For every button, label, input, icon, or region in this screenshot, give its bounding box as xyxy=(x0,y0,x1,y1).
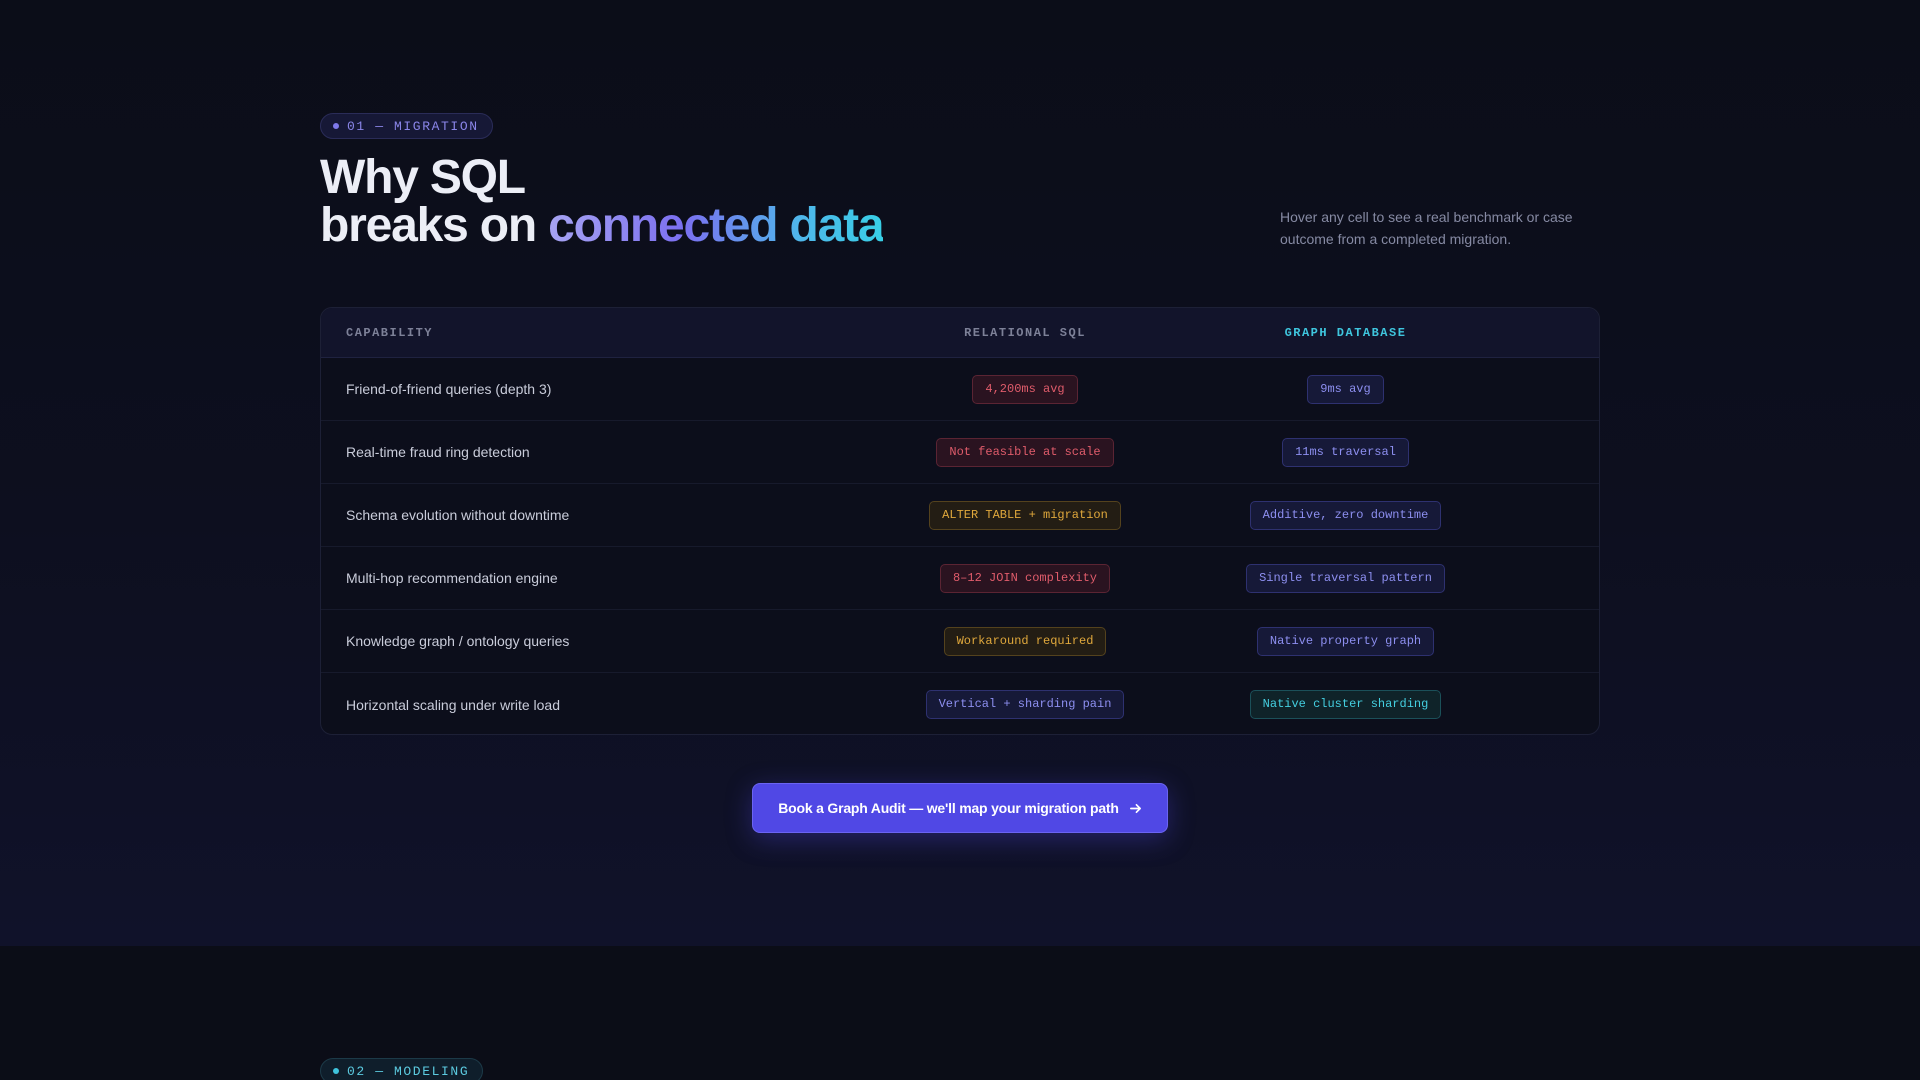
graph-result-badge[interactable]: Native cluster sharding xyxy=(1249,690,1442,719)
sql-result-badge[interactable]: 8–12 JOIN complexity xyxy=(939,563,1111,593)
sql-result-badge[interactable]: Workaround required xyxy=(943,626,1107,656)
book-graph-audit-button[interactable]: Book a Graph Audit — we'll map your migr… xyxy=(752,783,1168,833)
table-row: Multi-hop recommendation engine 8–12 JOIN… xyxy=(321,547,1599,610)
graph-database-cell[interactable]: Additive, zero downtime xyxy=(1177,500,1599,530)
sql-result-badge[interactable]: 4,200ms avg xyxy=(972,374,1078,404)
graph-result-badge[interactable]: Additive, zero downtime xyxy=(1249,500,1442,530)
table-row: Horizontal scaling under write load Verti… xyxy=(321,673,1599,734)
relational-sql-cell[interactable]: Vertical + sharding pain xyxy=(873,690,1177,719)
header-relational-sql: RELATIONAL SQL xyxy=(964,325,1086,340)
capability-cell: Multi-hop recommendation engine xyxy=(346,570,558,586)
graph-database-cell[interactable]: Native cluster sharding xyxy=(1177,690,1599,719)
cta-label: Book a Graph Audit — we'll map your migr… xyxy=(778,800,1119,816)
comparison-table: CAPABILITY RELATIONAL SQL GRAPH DATABASE… xyxy=(320,307,1600,735)
table-header: CAPABILITY RELATIONAL SQL GRAPH DATABASE xyxy=(321,308,1599,358)
arrow-right-icon xyxy=(1129,803,1141,813)
title-accent: connected data xyxy=(548,199,884,252)
capability-cell: Friend-of-friend queries (depth 3) xyxy=(346,381,552,397)
sql-result-badge[interactable]: Not feasible at scale xyxy=(936,437,1114,467)
section-eyebrow-migration: 01 — MIGRATION xyxy=(320,113,493,139)
capability-cell: Real-time fraud ring detection xyxy=(346,444,530,460)
relational-sql-cell[interactable]: Not feasible at scale xyxy=(873,437,1177,467)
sql-result-badge[interactable]: Vertical + sharding pain xyxy=(925,690,1125,719)
sql-result-badge[interactable]: ALTER TABLE + migration xyxy=(929,500,1121,530)
header-capability: CAPABILITY xyxy=(346,325,434,340)
relational-sql-cell[interactable]: 4,200ms avg xyxy=(873,374,1177,404)
title-line-2: breaks on xyxy=(320,199,549,252)
capability-cell: Horizontal scaling under write load xyxy=(346,696,560,713)
capability-cell: Knowledge graph / ontology queries xyxy=(346,633,570,649)
title-line-1: Why SQL xyxy=(320,151,526,204)
graph-result-badge[interactable]: 11ms traversal xyxy=(1282,437,1409,467)
page-title: Why SQL breaks on connected data xyxy=(320,151,885,252)
table-row: Friend-of-friend queries (depth 3) 4,200m… xyxy=(321,358,1599,421)
capability-cell: Schema evolution without downtime xyxy=(346,507,570,523)
graph-database-cell[interactable]: 9ms avg xyxy=(1177,374,1599,404)
relational-sql-cell[interactable]: 8–12 JOIN complexity xyxy=(873,563,1177,593)
graph-result-badge[interactable]: Single traversal pattern xyxy=(1246,563,1445,593)
modeling-section xyxy=(0,946,1920,1080)
graph-database-cell[interactable]: Native property graph xyxy=(1177,626,1599,656)
relational-sql-cell[interactable]: Workaround required xyxy=(873,626,1177,656)
graph-result-badge[interactable]: 9ms avg xyxy=(1307,374,1384,404)
hover-hint: Hover any cell to see a real benchmark o… xyxy=(1280,209,1573,247)
graph-database-cell[interactable]: 11ms traversal xyxy=(1177,437,1599,467)
table-row: Knowledge graph / ontology queries Workar… xyxy=(321,610,1599,673)
table-row: Schema evolution without downtime ALTER T… xyxy=(321,484,1599,547)
table-body: Friend-of-friend queries (depth 3) 4,200m… xyxy=(321,358,1599,734)
relational-sql-cell[interactable]: ALTER TABLE + migration xyxy=(873,500,1177,530)
eyebrow-label: 01 — MIGRATION xyxy=(347,118,479,134)
graph-result-badge[interactable]: Native property graph xyxy=(1256,626,1435,656)
table-row: Real-time fraud ring detection Not feasib… xyxy=(321,421,1599,484)
migration-section: 01 — MIGRATION Why SQL breaks on connect… xyxy=(0,0,1920,946)
bullet-dot-icon xyxy=(333,1068,339,1074)
graph-database-cell[interactable]: Single traversal pattern xyxy=(1177,563,1599,593)
eyebrow-label: 02 — MODELING xyxy=(347,1063,470,1079)
bullet-dot-icon xyxy=(333,123,339,129)
header-graph-database: GRAPH DATABASE xyxy=(1284,325,1407,340)
section-eyebrow-modeling: 02 — MODELING xyxy=(320,1058,484,1080)
